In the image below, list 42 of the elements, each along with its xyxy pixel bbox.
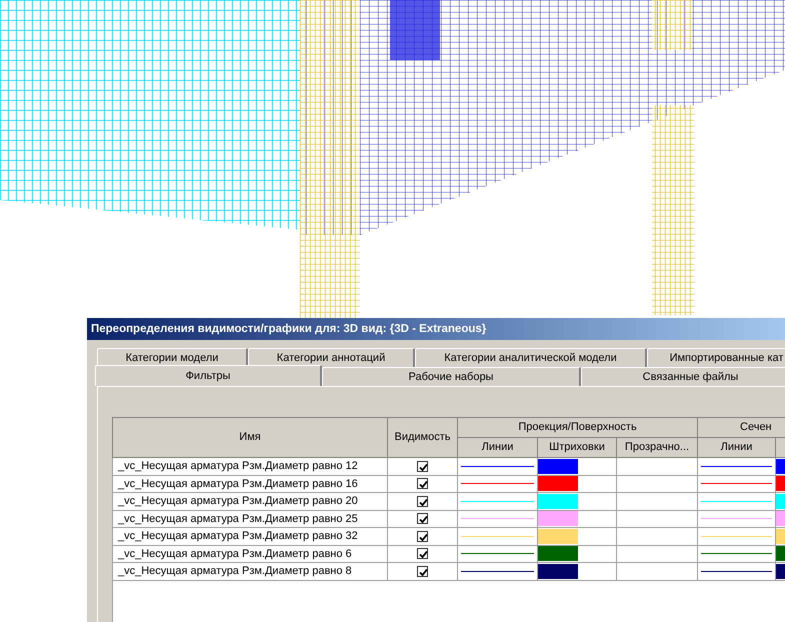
- tab[interactable]: Импортированные кат: [647, 348, 785, 367]
- visibility-checkbox[interactable]: [417, 548, 428, 560]
- hatch-swatch[interactable]: [538, 458, 578, 474]
- tab[interactable]: Категории аналитической модели: [415, 348, 647, 367]
- window-title: Переопределения видимости/графики для: 3D вид: {3D - Extraneous}: [87, 318, 785, 340]
- line-sample[interactable]: [701, 553, 772, 554]
- filter-name: _vc_Несущая арматура Рзм.Диаметр равно 6: [112, 545, 388, 562]
- column-header: Сечен: [698, 418, 785, 438]
- line-sample[interactable]: [461, 553, 534, 554]
- column-header: Имя: [112, 418, 388, 458]
- visibility-checkbox[interactable]: [417, 566, 428, 577]
- tab[interactable]: Категории аннотаций: [248, 348, 415, 367]
- column-header: Прозрачно...: [616, 438, 698, 458]
- tab[interactable]: Фильтры: [95, 365, 322, 386]
- filter-name: _vc_Несущая арматура Рзм.Диаметр равно 32: [112, 528, 388, 545]
- line-sample[interactable]: [461, 466, 534, 467]
- hatch-swatch[interactable]: [538, 546, 578, 562]
- visibility-checkbox[interactable]: [417, 478, 428, 490]
- hatch-swatch[interactable]: [538, 494, 578, 509]
- visibility-checkbox[interactable]: [417, 460, 428, 472]
- column-header: Проекция/Поверхность: [458, 418, 698, 438]
- column-header: Линии: [698, 438, 776, 458]
- line-sample[interactable]: [701, 570, 772, 572]
- visibility-checkbox[interactable]: [417, 513, 428, 524]
- column-header: Линии: [458, 438, 538, 458]
- hatch-swatch[interactable]: [538, 511, 578, 526]
- line-sample[interactable]: [701, 466, 772, 467]
- column-header: Видимость: [388, 418, 458, 458]
- filter-name: _vc_Несущая арматура Рзм.Диаметр равно 8: [112, 562, 388, 580]
- filter-name: _vc_Несущая арматура Рзм.Диаметр равно 20: [112, 492, 388, 510]
- filter-name: _vc_Несущая арматура Рзм.Диаметр равно 12: [112, 458, 388, 475]
- filter-name: _vc_Несущая арматура Рзм.Диаметр равно 25: [112, 510, 388, 528]
- hatch-swatch[interactable]: [538, 528, 578, 544]
- visibility-checkbox[interactable]: [417, 530, 428, 542]
- filter-name: _vc_Несущая арматура Рзм.Диаметр равно 16: [112, 475, 388, 492]
- hatch-swatch[interactable]: [538, 564, 578, 579]
- visibility-checkbox[interactable]: [417, 496, 428, 507]
- hatch-swatch[interactable]: [538, 476, 578, 492]
- tab[interactable]: Связанные файлы: [581, 367, 785, 386]
- tab[interactable]: Рабочие наборы: [322, 367, 581, 386]
- column-header: Штриховки: [538, 438, 616, 458]
- line-sample[interactable]: [461, 570, 534, 572]
